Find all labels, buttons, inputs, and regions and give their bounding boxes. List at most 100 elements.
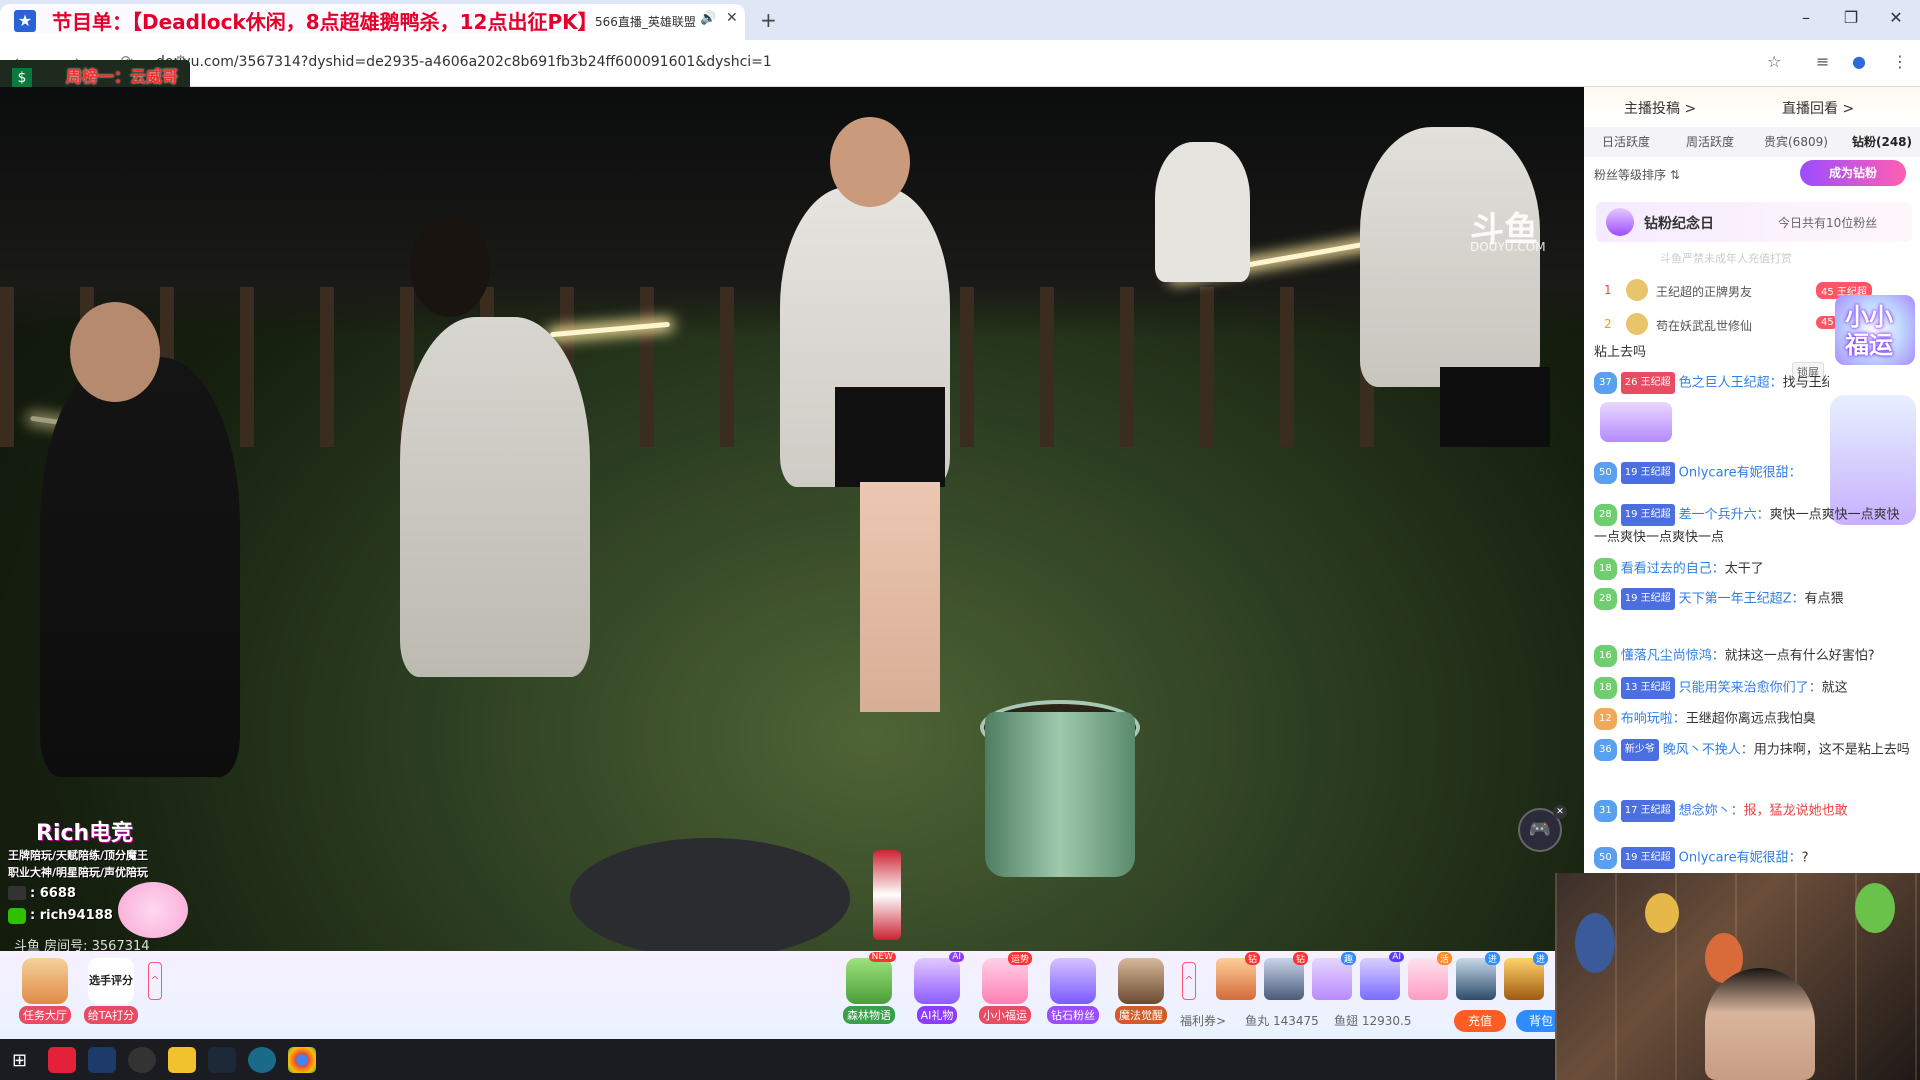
task-hall-button[interactable]: 任务大厅 xyxy=(16,958,74,1024)
gift-item[interactable]: 钻 xyxy=(1216,952,1260,1000)
recharge-button[interactable]: 充值 xyxy=(1454,1010,1506,1032)
feature-magic[interactable]: 魔法觉醒 xyxy=(1112,958,1170,1024)
app-icon[interactable] xyxy=(248,1047,276,1073)
fan-day-sub: 斗鱼严禁未成年人充值打赏 xyxy=(1660,252,1792,265)
gift-item[interactable]: 进 xyxy=(1504,952,1548,1000)
schedule-text: 节目单：【Deadlock休闲，8点超雄鹅鸭杀，12点出征PK】 xyxy=(52,10,598,34)
feature-forest[interactable]: NEW 森林物语 xyxy=(840,952,898,1024)
url-field[interactable]: douyu.com/3567314?dyshid=de2935-a4606a20… xyxy=(156,54,772,70)
feature-badge: NEW xyxy=(868,952,896,962)
rank-number: 1 xyxy=(1604,283,1612,297)
chat-user[interactable]: 布响玩啦： xyxy=(1621,712,1686,727)
netease-music-icon[interactable] xyxy=(48,1047,76,1073)
speaker-icon[interactable]: 🔊 xyxy=(700,11,716,26)
app-icon[interactable] xyxy=(88,1047,116,1073)
feature-label: 森林物语 xyxy=(843,1006,895,1024)
minimize-button[interactable]: – xyxy=(1786,8,1826,27)
user-level: 50 xyxy=(1594,462,1617,484)
gift-badge: 钻 xyxy=(1292,952,1308,965)
rank-name: 苟在妖武乱世修仙 xyxy=(1656,319,1753,333)
fan-medal: 13 王纪超 xyxy=(1620,677,1675,699)
chat-user[interactable]: 天下第一年王纪超Z： xyxy=(1679,592,1805,607)
tab-diamond-fans[interactable]: 钻粉(248) xyxy=(1852,133,1912,150)
paint-bucket xyxy=(985,712,1135,877)
chat-user[interactable]: 懂落凡尘尚惊鸿： xyxy=(1621,649,1725,664)
fan-sort[interactable]: 粉丝等级排序 ⇅ xyxy=(1594,166,1680,183)
gift-item[interactable]: 趣 xyxy=(1312,952,1356,1000)
chat-message: 31 17 王纪超 想念妳丶：报，猛龙说她也敢 xyxy=(1594,800,1912,823)
bookmark-star-icon[interactable]: ☆ xyxy=(1767,52,1781,71)
weekly-top-text: 周榜一：云威哥 xyxy=(66,67,179,86)
tab-weekly-active[interactable]: 周活跃度 xyxy=(1686,133,1734,150)
tab-vip[interactable]: 贵宾(6809) xyxy=(1764,133,1828,150)
expand-left-button[interactable]: ^ xyxy=(148,962,162,1000)
task-hall-label: 任务大厅 xyxy=(19,1006,71,1024)
tab-daily-active[interactable]: 日活跃度 xyxy=(1602,133,1650,150)
user-level: 18 xyxy=(1594,558,1617,580)
person-black-shirt xyxy=(40,357,240,777)
figure xyxy=(1645,893,1679,933)
restore-button[interactable]: ❐ xyxy=(1831,8,1871,27)
user-level: 37 xyxy=(1594,372,1617,394)
figure xyxy=(1855,883,1895,933)
media-queue-icon[interactable]: ≡ xyxy=(1816,52,1829,71)
chat-user[interactable]: Onlycare有妮很甜： xyxy=(1679,466,1802,481)
new-tab-button[interactable]: + xyxy=(760,8,777,32)
chat-user[interactable]: 晚风丶不挽人： xyxy=(1663,743,1754,758)
gift-item[interactable]: 钻 xyxy=(1264,952,1308,1000)
star-icon: ★ xyxy=(14,10,36,32)
chat-message: 28 19 王纪超 天下第一年王纪超Z：有点猥 xyxy=(1594,588,1912,611)
obs-icon[interactable] xyxy=(128,1047,156,1073)
expand-gifts-button[interactable]: ^ xyxy=(1182,962,1196,1000)
user-level: 28 xyxy=(1594,504,1617,526)
chat-text: ? xyxy=(1801,850,1809,866)
chat-text: 报，猛龙说她也敢 xyxy=(1743,803,1848,819)
app-icon[interactable] xyxy=(168,1047,196,1073)
feature-lucky[interactable]: 运势 小小福运 xyxy=(976,952,1034,1024)
fan-medal: 26 王纪超 xyxy=(1620,372,1675,394)
chat-text: 王继超你离远点我怕臭 xyxy=(1685,711,1816,727)
chat-user[interactable]: 想念妳丶： xyxy=(1679,804,1744,819)
chat-message: 3726 王纪超色之巨人王纪超：找与王纪超行 xyxy=(1594,372,1829,395)
chat-user[interactable]: Onlycare有妮很甜： xyxy=(1679,851,1802,866)
person-head xyxy=(830,117,910,207)
chat-user[interactable]: 差一个兵升六： xyxy=(1679,508,1770,523)
feature-badge: AI xyxy=(949,952,964,962)
rank-name: 王纪超的正牌男友 xyxy=(1656,285,1753,299)
sticker-image xyxy=(1600,402,1672,442)
steam-icon[interactable] xyxy=(208,1047,236,1073)
ai-gift-icon: AI xyxy=(914,952,964,1004)
gift-badge: 进 xyxy=(1532,952,1548,965)
chat-user[interactable]: 只能用笑来治愈你们了： xyxy=(1679,681,1822,696)
gift-badge: 钻 xyxy=(1244,952,1260,965)
douyu-watermark-sub: DOUYU.COM xyxy=(1470,240,1546,254)
replay-link[interactable]: 直播回看 > xyxy=(1782,98,1854,118)
close-window-button[interactable]: ✕ xyxy=(1876,8,1916,27)
chat-message: 12 布响玩啦：王继超你离远点我怕臭 xyxy=(1594,708,1912,731)
dollar-icon: $ xyxy=(12,68,32,88)
windows-start-icon[interactable]: ⊞ xyxy=(12,1050,27,1071)
chrome-icon[interactable] xyxy=(288,1047,316,1073)
become-fan-button[interactable]: 成为钻粉 xyxy=(1800,160,1906,186)
anchor-submission-link[interactable]: 主播投稿 > xyxy=(1624,98,1696,118)
feature-diamond-fan[interactable]: 钻石粉丝 xyxy=(1044,958,1102,1024)
person-head xyxy=(410,217,490,317)
gift-item[interactable]: 活 xyxy=(1408,952,1452,1000)
gift-item[interactable]: AI xyxy=(1360,952,1404,1000)
magic-icon xyxy=(1118,958,1164,1004)
feature-ai-gift[interactable]: AI AI礼物 xyxy=(908,952,966,1024)
chat-user[interactable]: 看看过去的自己： xyxy=(1621,562,1725,577)
gift-item[interactable]: 进 xyxy=(1456,952,1500,1000)
fan-medal: 新少爷 xyxy=(1620,739,1659,761)
chat-user[interactable]: 色之巨人王纪超： xyxy=(1679,376,1783,391)
video-player[interactable]: 斗鱼 DOUYU.COM xyxy=(0,87,1584,951)
qq-icon xyxy=(8,886,26,900)
rate-player-button[interactable]: 选手评分 给TA打分 xyxy=(82,958,140,1024)
profile-icon[interactable]: ● xyxy=(1852,52,1866,71)
fan-day-title: 钻粉纪念日 xyxy=(1644,216,1714,232)
browser-menu-icon[interactable]: ⋮ xyxy=(1892,52,1908,71)
feature-label: 魔法觉醒 xyxy=(1115,1006,1167,1024)
close-icon[interactable]: ✕ xyxy=(1553,805,1567,819)
welfare-link[interactable]: 福利券> xyxy=(1180,1014,1226,1028)
tab-close-icon[interactable]: ✕ xyxy=(726,10,738,26)
